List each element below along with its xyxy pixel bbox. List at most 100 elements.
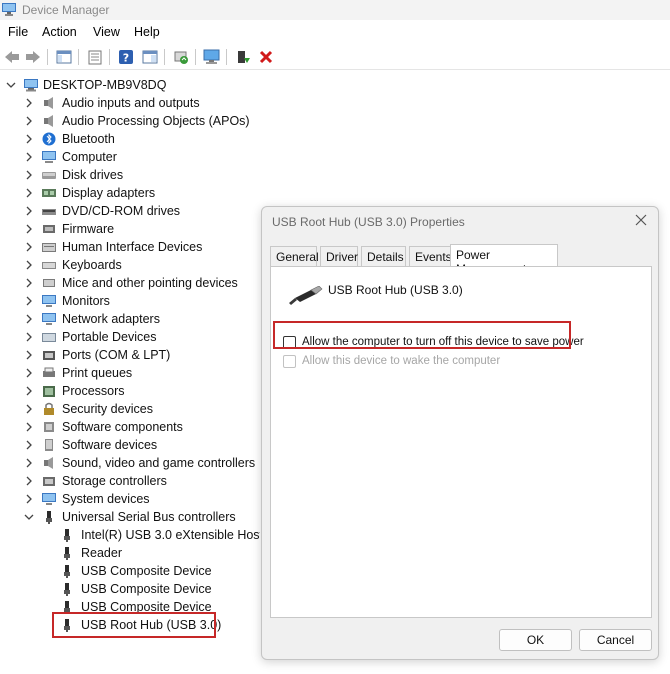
tree-category-security-devices[interactable]: Security devices <box>0 400 260 418</box>
tab-driver[interactable]: Driver <box>320 246 358 266</box>
tree-category-mice-and-other-pointing-devices[interactable]: Mice and other pointing devices <box>0 274 260 292</box>
cancel-button[interactable]: Cancel <box>579 629 652 651</box>
chevron-down-icon[interactable] <box>6 80 16 90</box>
tree-category-label: Universal Serial Bus controllers <box>62 510 236 524</box>
audio-inputs-and-outputs-icon <box>44 97 53 109</box>
option-allow-wake: Allow this device to wake the computer <box>283 353 500 369</box>
sound-video-and-game-controllers-icon <box>44 457 53 469</box>
menu-bar: File Action View Help <box>0 20 670 44</box>
chevron-right-icon[interactable] <box>24 494 34 504</box>
tree-category-audio-processing-objects-apos[interactable]: Audio Processing Objects (APOs) <box>0 112 260 130</box>
tree-category-label: Mice and other pointing devices <box>62 276 238 290</box>
tree-category-software-components[interactable]: Software components <box>0 418 260 436</box>
usb-device-icon <box>64 547 70 560</box>
tree-category-label: Software components <box>62 420 183 434</box>
tree-root[interactable]: DESKTOP-MB9V8DQ <box>0 76 260 94</box>
tree-category-keyboards[interactable]: Keyboards <box>0 256 260 274</box>
tree-category-monitors[interactable]: Monitors <box>0 292 260 310</box>
tree-category-system-devices[interactable]: System devices <box>0 490 260 508</box>
chevron-right-icon[interactable] <box>24 368 34 378</box>
menu-view[interactable]: View <box>93 25 120 39</box>
enable-device-icon[interactable] <box>233 47 253 67</box>
tab-events[interactable]: Events <box>409 246 453 266</box>
scan-hardware-changes-icon[interactable] <box>202 47 222 67</box>
tree-category-label: Portable Devices <box>62 330 157 344</box>
chevron-right-icon[interactable] <box>24 296 34 306</box>
chevron-right-icon[interactable] <box>24 458 34 468</box>
help-icon[interactable]: ? <box>116 47 136 67</box>
tree-category-label: Security devices <box>62 402 154 416</box>
chevron-right-icon[interactable] <box>24 260 34 270</box>
tree-category-label: System devices <box>62 492 150 506</box>
tree-category-label: Software devices <box>62 438 158 452</box>
tree-device-label: USB Composite Device <box>81 564 212 578</box>
chevron-right-icon[interactable] <box>24 386 34 396</box>
tree-category-storage-controllers[interactable]: Storage controllers <box>0 472 260 490</box>
back-icon[interactable] <box>2 47 22 67</box>
chevron-right-icon[interactable] <box>24 242 34 252</box>
tree-category-disk-drives[interactable]: Disk drives <box>0 166 260 184</box>
tree-category-computer[interactable]: Computer <box>0 148 260 166</box>
tab-details[interactable]: Details <box>361 246 406 266</box>
chevron-right-icon[interactable] <box>24 152 34 162</box>
uninstall-device-icon[interactable] <box>256 47 276 67</box>
forward-icon[interactable] <box>23 47 43 67</box>
chevron-right-icon[interactable] <box>24 422 34 432</box>
display-adapters-icon <box>42 189 56 197</box>
close-icon[interactable] <box>634 213 648 227</box>
tree-device-usb-composite-device[interactable]: USB Composite Device <box>0 562 260 580</box>
tree-category-print-queues[interactable]: Print queues <box>0 364 260 382</box>
tree-category-universal-serial-bus-controllers[interactable]: Universal Serial Bus controllers <box>0 508 260 526</box>
security-devices-icon <box>44 402 54 415</box>
usb-device-icon <box>64 583 70 596</box>
chevron-right-icon[interactable] <box>24 170 34 180</box>
tree-category-network-adapters[interactable]: Network adapters <box>0 310 260 328</box>
menu-help[interactable]: Help <box>134 25 160 39</box>
chevron-right-icon[interactable] <box>24 314 34 324</box>
tree-device-intel-r-usb-3-0-extensible-host-co[interactable]: Intel(R) USB 3.0 eXtensible Host Co <box>0 526 260 544</box>
tree-category-label: Network adapters <box>62 312 160 326</box>
properties-icon[interactable] <box>85 47 105 67</box>
ok-button[interactable]: OK <box>499 629 572 651</box>
tree-category-firmware[interactable]: Firmware <box>0 220 260 238</box>
tree-category-display-adapters[interactable]: Display adapters <box>0 184 260 202</box>
chevron-right-icon[interactable] <box>24 332 34 342</box>
chevron-right-icon[interactable] <box>24 404 34 414</box>
menu-action[interactable]: Action <box>42 25 77 39</box>
tree-category-portable-devices[interactable]: Portable Devices <box>0 328 260 346</box>
action-pane-icon[interactable] <box>140 47 160 67</box>
tree-category-software-devices[interactable]: Software devices <box>0 436 260 454</box>
tree-category-label: DVD/CD-ROM drives <box>62 204 181 218</box>
tree-device-reader[interactable]: Reader <box>0 544 260 562</box>
chevron-right-icon[interactable] <box>24 224 34 234</box>
tree-category-audio-inputs-and-outputs[interactable]: Audio inputs and outputs <box>0 94 260 112</box>
chevron-right-icon[interactable] <box>24 98 34 108</box>
update-driver-icon[interactable] <box>171 47 191 67</box>
tab-general[interactable]: General <box>270 246 319 266</box>
network-adapters-icon <box>42 313 56 325</box>
chevron-right-icon[interactable] <box>24 476 34 486</box>
chevron-right-icon[interactable] <box>24 278 34 288</box>
tree-category-dvd-cd-rom-drives[interactable]: DVD/CD-ROM drives <box>0 202 260 220</box>
title-bar: Device Manager <box>0 0 670 20</box>
tree-category-human-interface-devices[interactable]: Human Interface Devices <box>0 238 260 256</box>
chevron-right-icon[interactable] <box>24 350 34 360</box>
portable-devices-icon <box>42 333 56 342</box>
menu-file[interactable]: File <box>8 25 28 39</box>
tab-power-management[interactable]: Power Management <box>450 244 558 276</box>
processors-icon <box>43 386 55 397</box>
chevron-right-icon[interactable] <box>24 188 34 198</box>
tree-device-usb-composite-device[interactable]: USB Composite Device <box>0 580 260 598</box>
chevron-right-icon[interactable] <box>24 440 34 450</box>
keyboards-icon <box>42 262 56 269</box>
chevron-down-icon[interactable] <box>24 512 34 522</box>
tree-category-bluetooth[interactable]: Bluetooth <box>0 130 260 148</box>
chevron-right-icon[interactable] <box>24 116 34 126</box>
tree-category-sound-video-and-game-controllers[interactable]: Sound, video and game controllers <box>0 454 260 472</box>
show-hide-console-tree-icon[interactable] <box>54 47 74 67</box>
tree-category-ports-com-lpt[interactable]: Ports (COM & LPT) <box>0 346 260 364</box>
chevron-right-icon[interactable] <box>24 134 34 144</box>
chevron-right-icon[interactable] <box>24 206 34 216</box>
tree-category-processors[interactable]: Processors <box>0 382 260 400</box>
storage-controllers-icon <box>43 477 55 486</box>
